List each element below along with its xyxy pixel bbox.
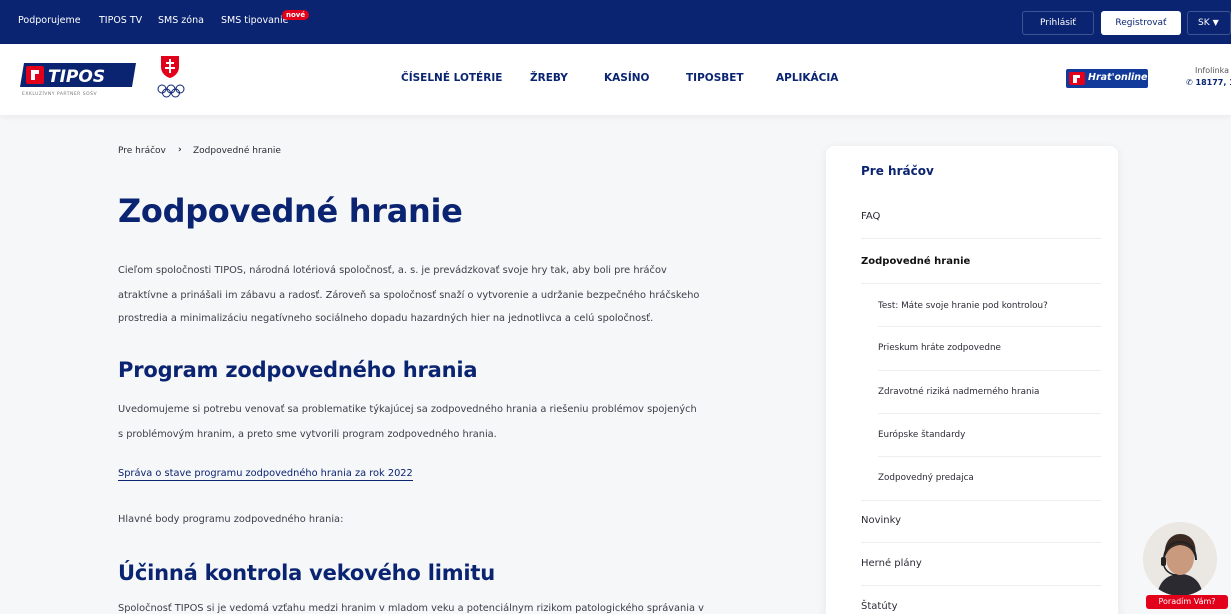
sidebar-subitem-test[interactable]: Test: Máte svoje hranie pod kontrolou? bbox=[878, 301, 1048, 311]
sidebar-heading[interactable]: Pre hráčov bbox=[861, 164, 934, 178]
sidebar-item-statuty[interactable]: Štatúty bbox=[861, 601, 898, 612]
infolinka-label: Infolinka bbox=[1195, 66, 1230, 75]
olympic-rings-icon bbox=[157, 84, 185, 98]
sidebar-item-faq[interactable]: FAQ bbox=[861, 211, 880, 222]
report-2022-link[interactable]: Správa o stave programu zodpovedného hra… bbox=[118, 468, 413, 481]
sidebar-divider bbox=[878, 413, 1101, 414]
top-utility-bar: Podporujeme TIPOS TV SMS zóna SMS tipova… bbox=[0, 0, 1231, 44]
hrat-online-label: Hrat'online bbox=[1088, 72, 1148, 83]
section-heading-age-limit: Účinná kontrola vekového limitu bbox=[118, 561, 496, 585]
sidebar-divider bbox=[861, 585, 1101, 586]
infolinka-number[interactable]: ✆ 18177, 18277 bbox=[1186, 78, 1231, 87]
program-points-intro: Hlavné body programu zodpovedného hrania… bbox=[118, 514, 344, 525]
logo-wordmark: TIPOS bbox=[48, 67, 105, 87]
chat-label-button[interactable]: Poradím Vám? bbox=[1146, 595, 1228, 609]
sidebar-item-zodpovedne-hranie[interactable]: Zodpovedné hranie bbox=[861, 256, 970, 267]
nav-kasino[interactable]: KASÍNO bbox=[604, 72, 649, 84]
top-link-podporujeme[interactable]: Podporujeme bbox=[18, 15, 81, 26]
register-button[interactable]: Registrovať bbox=[1101, 11, 1181, 35]
support-agent-icon bbox=[1143, 522, 1217, 596]
tipos-mark-icon bbox=[1069, 72, 1085, 85]
language-select[interactable]: SK ▼ bbox=[1187, 11, 1231, 35]
language-value: SK bbox=[1198, 18, 1210, 28]
logo-tagline: EXKLUZÍVNY PARTNER SOŠV bbox=[22, 92, 98, 97]
breadcrumb-current: Zodpovedné hranie bbox=[193, 146, 281, 156]
chat-avatar[interactable] bbox=[1143, 522, 1217, 596]
infolinka-number-text: 18177, 18277 bbox=[1195, 78, 1231, 87]
sidebar-subitem-zdravotne-rizika[interactable]: Zdravotné riziká nadmerného hrania bbox=[878, 387, 1039, 397]
login-button[interactable]: Prihlásiť bbox=[1022, 11, 1094, 35]
sidebar-divider bbox=[878, 326, 1101, 327]
sidebar-item-herne-plany[interactable]: Herné plány bbox=[861, 558, 922, 569]
chevron-down-icon: ▼ bbox=[1212, 18, 1219, 27]
sidebar-divider bbox=[861, 238, 1101, 239]
section-program-line-2: s problémovým hranim, a preto sme vytvor… bbox=[118, 429, 497, 440]
intro-line-1: Cieľom spoločnosti TIPOS, národná lotéri… bbox=[118, 265, 667, 276]
sidebar-divider bbox=[878, 456, 1101, 457]
sidebar-divider bbox=[861, 500, 1101, 501]
sidebar-divider bbox=[861, 283, 1101, 284]
breadcrumb-separator-icon: › bbox=[178, 145, 182, 155]
nav-tiposbet[interactable]: TIPOSBET bbox=[686, 72, 744, 84]
hrat-online-button[interactable]: Hrat'online bbox=[1066, 69, 1148, 88]
sidebar-subitem-europske-standardy[interactable]: Európske štandardy bbox=[878, 430, 965, 440]
breadcrumb-home[interactable]: Pre hráčov bbox=[118, 146, 166, 156]
section-age-limit-line-1: Spoločnosť TIPOS si je vedomá vzťahu med… bbox=[118, 603, 704, 614]
top-link-sms-tipovanie[interactable]: SMS tipovanie bbox=[221, 15, 288, 26]
sidebar-item-novinky[interactable]: Novinky bbox=[861, 515, 901, 526]
sidebar-divider bbox=[878, 370, 1101, 371]
section-program-line-1: Uvedomujeme si potrebu venovať sa proble… bbox=[118, 404, 697, 415]
intro-line-3: prostredia a minimalizáciu negatívneho s… bbox=[118, 313, 654, 324]
sidebar-subitem-zodpovedny-predajca[interactable]: Zodpovedný predajca bbox=[878, 473, 974, 483]
page-title: Zodpovedné hranie bbox=[118, 192, 463, 230]
tipos-logo[interactable]: TIPOS bbox=[20, 63, 136, 87]
sidebar-subitem-prieskum[interactable]: Prieskum hráte zodpovedne bbox=[878, 343, 1001, 353]
main-header: TIPOS EXKLUZÍVNY PARTNER SOŠV ČÍSELNÉ LO… bbox=[0, 44, 1231, 115]
nav-aplikacia[interactable]: APLIKÁCIA bbox=[776, 72, 838, 84]
phone-icon: ✆ bbox=[1186, 78, 1196, 87]
nav-ciselne-loterie[interactable]: ČÍSELNÉ LOTÉRIE bbox=[401, 72, 502, 84]
sidebar-divider bbox=[861, 542, 1101, 543]
slovak-shield-icon bbox=[161, 56, 179, 78]
sidebar-nav: Pre hráčov FAQ Zodpovedné hranie Test: M… bbox=[826, 146, 1118, 614]
intro-line-2: atraktívne a prinášali im zábavu a rados… bbox=[118, 290, 700, 301]
section-heading-program: Program zodpovedného hrania bbox=[118, 358, 478, 382]
top-link-sms-zona[interactable]: SMS zóna bbox=[158, 15, 204, 26]
nav-zreby[interactable]: ŽREBY bbox=[530, 72, 568, 84]
top-link-tipos-tv[interactable]: TIPOS TV bbox=[99, 15, 142, 26]
new-badge: nové bbox=[282, 10, 310, 20]
